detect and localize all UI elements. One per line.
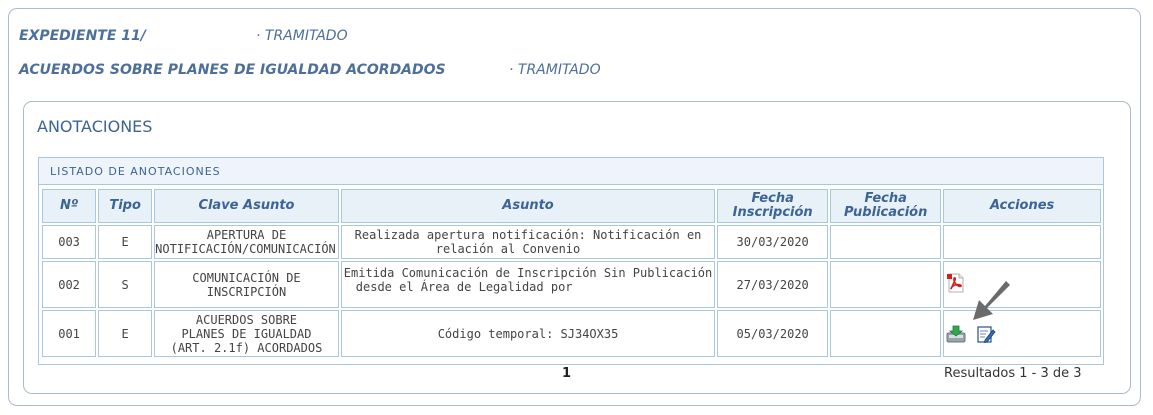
- cell-asunto-line: Emitida Comunicación de Inscripción Sin …: [343, 266, 713, 280]
- cell-clave-asunto: APERTURA DE NOTIFICACIÓN/COMUNICACIÓN: [154, 225, 339, 259]
- col-header-numero[interactable]: Nº: [42, 189, 97, 223]
- cell-acciones: [943, 310, 1101, 357]
- cell-asunto-line: Realizada apertura notificación: Notific…: [354, 228, 702, 242]
- anotaciones-title: ANOTACIONES: [37, 117, 153, 136]
- col-header-fecha-publicacion-line1: Fecha: [864, 191, 907, 206]
- cell-asunto: Realizada apertura notificación: Notific…: [340, 225, 716, 259]
- procedure-title: ACUERDOS SOBRE PLANES DE IGUALDAD ACORDA…: [19, 62, 446, 78]
- cell-asunto: Emitida Comunicación de Inscripción Sin …: [340, 261, 716, 308]
- cell-fecha-publicacion: [830, 261, 942, 308]
- anotaciones-table: Nº Tipo Clave Asunto Asunto Fecha Inscri…: [40, 187, 1103, 359]
- cell-acciones: [943, 225, 1101, 259]
- cell-clave-asunto: COMUNICACIÓN DE INSCRIPCIÓN: [154, 261, 339, 308]
- cell-numero: 001: [42, 310, 97, 357]
- cell-asunto: Código temporal: SJ34OX35: [340, 310, 716, 357]
- cell-fecha-publicacion: [830, 310, 942, 357]
- procedure-line: ACUERDOS SOBRE PLANES DE IGUALDAD ACORDA…: [19, 62, 601, 78]
- cell-tipo: E: [98, 310, 153, 357]
- results-count: Resultados 1 - 3 de 3: [944, 366, 1082, 381]
- cell-clave-line: PLANES DE IGUALDAD: [181, 326, 312, 341]
- cell-tipo: S: [98, 261, 153, 308]
- cell-fecha-inscripcion: 30/03/2020: [717, 225, 829, 259]
- cell-clave-asunto: ACUERDOS SOBRE PLANES DE IGUALDAD (ART. …: [154, 310, 339, 357]
- expediente-title: EXPEDIENTE 11/: [19, 28, 146, 44]
- col-header-asunto[interactable]: Asunto: [340, 189, 716, 223]
- cell-numero: 003: [42, 225, 97, 259]
- cell-fecha-inscripcion: 27/03/2020: [717, 261, 829, 308]
- listado-anotaciones: LISTADO DE ANOTACIONES Nº Tipo Clave Asu…: [38, 157, 1104, 365]
- table-header-row: Nº Tipo Clave Asunto Asunto Fecha Inscri…: [42, 189, 1101, 223]
- cell-asunto-line: relación al Convenio: [435, 242, 581, 256]
- pdf-icon[interactable]: [947, 273, 964, 293]
- col-header-fecha-publicacion[interactable]: Fecha Publicación: [830, 189, 942, 223]
- cell-clave-line: NOTIFICACIÓN/COMUNICACIÓN: [155, 242, 336, 256]
- cell-fecha-publicacion: [830, 225, 942, 259]
- expediente-status: · TRAMITADO: [256, 28, 348, 44]
- pointer-arrow-icon: [973, 281, 1010, 320]
- pagination-current-page[interactable]: 1: [562, 366, 571, 381]
- col-header-clave-asunto[interactable]: Clave Asunto: [154, 189, 339, 223]
- cell-asunto-line: desde el Área de Legalidad por: [355, 280, 573, 294]
- expediente-line: EXPEDIENTE 11/ · TRAMITADO: [19, 28, 348, 44]
- cell-numero: 002: [42, 261, 97, 308]
- cell-clave-line: INSCRIPCIÓN: [206, 284, 287, 299]
- col-header-fecha-inscripcion-line1: Fecha: [751, 191, 794, 206]
- col-header-acciones: Acciones: [943, 189, 1101, 223]
- col-header-fecha-publicacion-line2: Publicación: [843, 205, 928, 220]
- cell-clave-line: COMUNICACIÓN DE: [192, 270, 301, 285]
- table-row: 003 E APERTURA DE NOTIFICACIÓN/COMUNICAC…: [42, 225, 1101, 259]
- edit-document-icon[interactable]: [976, 324, 996, 344]
- col-header-tipo[interactable]: Tipo: [98, 189, 153, 223]
- cell-clave-line: APERTURA DE: [206, 228, 287, 242]
- cell-fecha-inscripcion: 05/03/2020: [717, 310, 829, 357]
- table-row: 002 S COMUNICACIÓN DE INSCRIPCIÓN Emitid…: [42, 261, 1101, 308]
- cell-clave-line: (ART. 2.1f) ACORDADOS: [170, 340, 323, 355]
- cell-acciones: [943, 261, 1101, 308]
- cell-clave-line: ACUERDOS SOBRE: [195, 312, 298, 327]
- download-icon[interactable]: [946, 324, 966, 344]
- col-header-fecha-inscripcion-line2: Inscripción: [732, 205, 813, 220]
- col-header-fecha-inscripcion[interactable]: Fecha Inscripción: [717, 189, 829, 223]
- listado-title: LISTADO DE ANOTACIONES: [39, 158, 1103, 185]
- table-row: 001 E ACUERDOS SOBRE PLANES DE IGUALDAD …: [42, 310, 1101, 357]
- cell-tipo: E: [98, 225, 153, 259]
- procedure-status: · TRAMITADO: [509, 62, 601, 78]
